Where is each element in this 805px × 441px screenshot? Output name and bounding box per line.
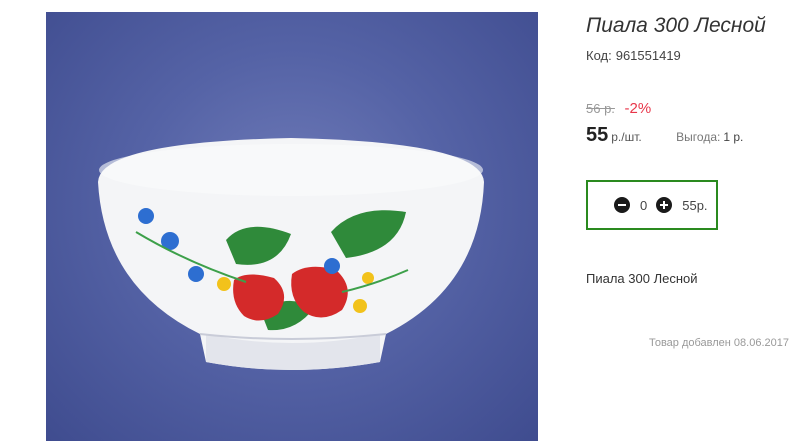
- bowl-image: [98, 138, 484, 370]
- quantity-sum: 55р.: [682, 197, 708, 213]
- price-unit: р./шт.: [611, 130, 642, 144]
- minus-circle-icon[interactable]: [614, 197, 630, 213]
- benefit-label: Выгода:: [676, 130, 721, 144]
- quantity-stepper: 0 55р.: [586, 180, 718, 230]
- product-title: Пиала 300 Лесной: [586, 14, 766, 37]
- benefit-value: 1 р.: [723, 130, 744, 144]
- plus-circle-icon[interactable]: [656, 197, 673, 213]
- price-row: 55 р./шт. Выгода: 1 р.: [586, 124, 743, 147]
- discount-badge: -2%: [624, 100, 652, 117]
- old-price: 56 р.: [586, 101, 615, 116]
- product-description: Пиала 300 Лесной: [586, 271, 698, 286]
- code-value: 961551419: [615, 48, 681, 63]
- price-value: 55: [586, 124, 609, 146]
- code-label: Код:: [586, 48, 612, 63]
- product-code: Код: 961551419: [586, 48, 681, 63]
- quantity-value: 0: [640, 197, 648, 213]
- product-photo: [46, 12, 538, 441]
- added-date: Товар добавлен 08.06.2017: [648, 337, 789, 349]
- old-price-row: 56 р. -2%: [586, 100, 651, 117]
